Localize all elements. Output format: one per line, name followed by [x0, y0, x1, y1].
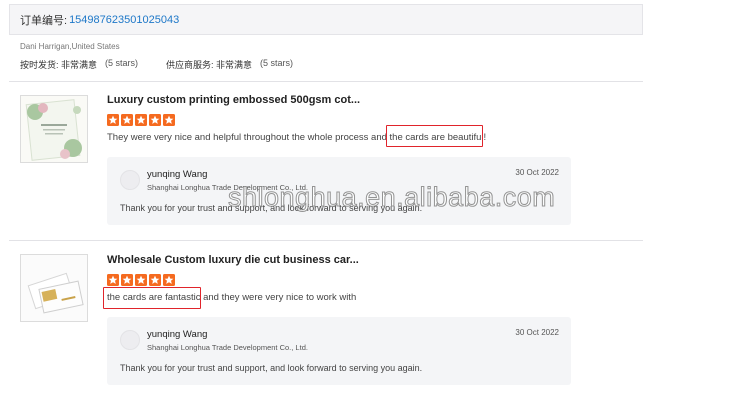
product-thumbnail[interactable] [20, 254, 88, 322]
highlight-box [103, 287, 201, 309]
review-rating [107, 114, 175, 126]
star-icon [107, 114, 119, 126]
rating-stars-text: (5 stars) [260, 58, 294, 68]
reply-author: yunqing Wang [147, 329, 208, 340]
divider [9, 81, 643, 82]
star-icon [149, 274, 161, 286]
rating-label: 供应商服务: 非常满意 [166, 60, 253, 70]
review-rating [107, 274, 175, 286]
star-icon [121, 274, 133, 286]
star-icon [121, 114, 133, 126]
order-header: 订单编号: 154987623501025043 [9, 4, 643, 35]
supplier-reply: yunqing Wang Shanghai Longhua Trade Deve… [107, 317, 571, 385]
order-number-label: 订单编号: [20, 14, 68, 27]
order-number-link[interactable]: 154987623501025043 [69, 14, 179, 26]
buyer-info: Dani Harrigan,United States [20, 42, 120, 51]
star-icon [107, 274, 119, 286]
star-icon [135, 274, 147, 286]
rating-supplier-service: 供应商服务: 非常满意 (5 stars) [166, 58, 293, 71]
overall-ratings: 按时发货: 非常满意 (5 stars) 供应商服务: 非常满意 (5 star… [20, 58, 293, 71]
rating-stars-text: (5 stars) [105, 58, 139, 68]
reply-message: Thank you for your trust and support, an… [120, 363, 423, 373]
product-title[interactable]: Luxury custom printing embossed 500gsm c… [107, 94, 360, 106]
reply-company: Shanghai Longhua Trade Development Co., … [147, 343, 308, 352]
product-thumbnail[interactable] [20, 95, 88, 163]
rating-label: 按时发货: 非常满意 [20, 60, 98, 70]
avatar-icon [120, 170, 140, 190]
reply-message: Thank you for your trust and support, an… [120, 203, 423, 213]
product-title[interactable]: Wholesale Custom luxury die cut business… [107, 254, 359, 266]
reply-author: yunqing Wang [147, 169, 208, 180]
order-review-page: 订单编号: 154987623501025043 Dani Harrigan,U… [0, 0, 750, 400]
highlight-box [386, 125, 483, 147]
avatar-icon [120, 330, 140, 350]
supplier-reply: yunqing Wang Shanghai Longhua Trade Deve… [107, 157, 571, 225]
reply-date: 30 Oct 2022 [515, 168, 559, 177]
star-icon [163, 114, 175, 126]
rating-on-time-shipment: 按时发货: 非常满意 (5 stars) [20, 58, 138, 71]
star-icon [135, 114, 147, 126]
reply-date: 30 Oct 2022 [515, 328, 559, 337]
divider [9, 240, 643, 241]
star-icon [163, 274, 175, 286]
reply-company: Shanghai Longhua Trade Development Co., … [147, 183, 308, 192]
star-icon [149, 114, 161, 126]
